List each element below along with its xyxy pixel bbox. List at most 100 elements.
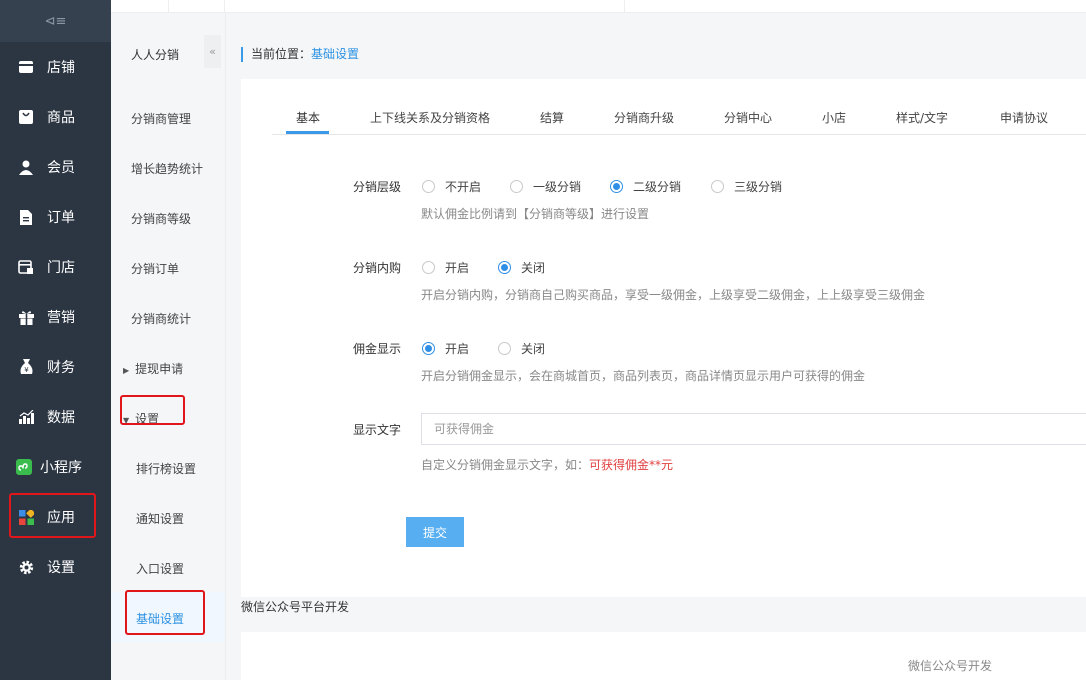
subnav-item-entry-settings[interactable]: 入口设置 (136, 560, 184, 577)
radio-label: 开启 (445, 261, 470, 275)
sidebar-collapse-toggle[interactable]: ⊲≡ (0, 0, 111, 42)
display-text-help-example: 可获得佣金**元 (589, 458, 674, 472)
subnav-item-ranking-settings[interactable]: 排行榜设置 (136, 460, 196, 477)
subnav-item-distributor-manage[interactable]: 分销商管理 (131, 110, 191, 127)
sidebar-item-goods[interactable]: 商品 (0, 92, 111, 142)
radio-commission-display-off[interactable]: 关闭 (498, 340, 545, 357)
active-tab-indicator (286, 131, 329, 134)
sidebar-item-settings[interactable]: 设置 (0, 542, 111, 592)
menu-fold-icon: ⊲≡ (44, 13, 67, 29)
sidebar-item-label: 会员 (47, 160, 75, 176)
chart-icon (18, 409, 34, 425)
sidebar-item-data[interactable]: 数据 (0, 392, 111, 442)
display-text-input[interactable] (421, 413, 1086, 445)
sidebar-item-label: 数据 (47, 410, 75, 426)
breadcrumb: 当前位置：基础设置 (241, 47, 359, 62)
sidebar-item-marketing[interactable]: 营销 (0, 292, 111, 342)
sidebar-item-miniapp[interactable]: 小程序 (0, 442, 111, 492)
display-text-label: 显示文字 (353, 423, 402, 437)
breadcrumb-prefix: 当前位置： (251, 47, 312, 61)
highlight-box-apps (9, 493, 96, 538)
top-header (111, 0, 1086, 13)
breadcrumb-current[interactable]: 基础设置 (311, 47, 359, 61)
main-sidebar: ⊲≡ 店铺 商品 会员 订单 门店 营销 ¥ 财务 数据 小程序 应用 设置 (0, 0, 111, 680)
subnav-item-growth-stats[interactable]: 增长趋势统计 (131, 160, 203, 177)
radio-circle (510, 180, 523, 193)
radio-level-off[interactable]: 不开启 (422, 178, 481, 195)
tab-relationship-qualification[interactable]: 上下线关系及分销资格 (370, 109, 490, 126)
subnav-collapse-button[interactable]: « (204, 35, 221, 68)
sidebar-item-label: 订单 (47, 210, 75, 226)
gift-icon (18, 309, 34, 325)
sidebar-item-label: 店铺 (47, 60, 75, 76)
subnav-title: 人人分销 (131, 48, 180, 62)
settings-panel (241, 79, 1086, 597)
tab-distributor-upgrade[interactable]: 分销商升级 (614, 109, 674, 126)
subnav-item-distributor-level[interactable]: 分销商等级 (131, 210, 191, 227)
subnav-item-distribution-orders[interactable]: 分销订单 (131, 260, 179, 277)
sidebar-item-label: 小程序 (40, 460, 82, 476)
self-buy-help-text: 开启分销内购，分销商自己购买商品，享受一级佣金，上级享受二级佣金，上上级享受三级… (421, 288, 926, 302)
radio-label: 不开启 (445, 180, 482, 194)
sidebar-item-store[interactable]: 店铺 (0, 42, 111, 92)
highlight-box-settings (120, 395, 185, 425)
radio-circle (498, 261, 511, 274)
miniapp-icon (16, 459, 32, 475)
member-icon (18, 159, 34, 175)
commission-display-help-text: 开启分销佣金显示，会在商城首页，商品列表页，商品详情页显示用户可获得的佣金 (421, 369, 866, 383)
commission-display-label: 佣金显示 (353, 342, 402, 356)
tab-basic[interactable]: 基本 (296, 109, 320, 126)
radio-level-one[interactable]: 一级分销 (510, 178, 581, 195)
radio-self-buy-off[interactable]: 关闭 (498, 259, 545, 276)
tab-style-text[interactable]: 样式/文字 (896, 109, 948, 126)
gear-icon (18, 559, 34, 575)
goods-icon (18, 109, 34, 125)
radio-self-buy-on[interactable]: 开启 (422, 259, 469, 276)
radio-circle (498, 342, 511, 355)
radio-commission-display-on[interactable]: 开启 (422, 340, 469, 357)
double-chevron-left-icon: « (209, 45, 216, 58)
radio-label: 三级分销 (734, 180, 783, 194)
level-help-text: 默认佣金比例请到【分销商等级】进行设置 (421, 207, 650, 221)
subnav-group-label: 提现申请 (135, 362, 184, 376)
sidebar-item-label: 财务 (47, 360, 75, 376)
radio-label: 一级分销 (533, 180, 582, 194)
radio-level-two[interactable]: 二级分销 (610, 178, 681, 195)
sidebar-item-member[interactable]: 会员 (0, 142, 111, 192)
header-divider (168, 0, 169, 12)
header-divider (224, 0, 225, 12)
caret-right-icon: ▶ (123, 366, 130, 375)
tab-application-agreement[interactable]: 申请协议 (1000, 109, 1048, 126)
radio-circle (422, 180, 435, 193)
sidebar-item-label: 营销 (47, 310, 75, 326)
footer-title: 微信公众号平台开发 (241, 600, 350, 614)
display-text-help-prefix: 自定义分销佣金显示文字，如： (421, 458, 590, 472)
tab-distribution-center[interactable]: 分销中心 (724, 109, 772, 126)
header-divider (624, 0, 625, 12)
submit-button[interactable]: 提交 (406, 517, 464, 547)
svg-text:¥: ¥ (24, 366, 29, 374)
sidebar-item-shop[interactable]: 门店 (0, 242, 111, 292)
order-icon (18, 209, 34, 225)
self-buy-label: 分销内购 (353, 261, 402, 275)
radio-label: 关闭 (521, 342, 546, 356)
radio-label: 开启 (445, 342, 470, 356)
tab-mini-store[interactable]: 小店 (822, 109, 846, 126)
subnav-item-distributor-stats[interactable]: 分销商统计 (131, 310, 191, 327)
tab-settlement[interactable]: 结算 (540, 109, 564, 126)
sidebar-item-order[interactable]: 订单 (0, 192, 111, 242)
highlight-box-basic-settings (125, 590, 205, 635)
radio-circle (422, 342, 435, 355)
radio-label: 关闭 (521, 261, 546, 275)
radio-level-three[interactable]: 三级分销 (711, 178, 782, 195)
radio-circle (422, 261, 435, 274)
shop-icon (18, 259, 34, 275)
radio-circle (610, 180, 623, 193)
sidebar-item-label: 门店 (47, 260, 75, 276)
radio-circle (711, 180, 724, 193)
subnav-group-withdraw[interactable]: ▶ 提现申请 (123, 360, 183, 377)
store-icon (18, 59, 34, 75)
sidebar-item-finance[interactable]: ¥ 财务 (0, 342, 111, 392)
subnav-item-notify-settings[interactable]: 通知设置 (136, 510, 184, 527)
sidebar-item-label: 商品 (47, 110, 75, 126)
